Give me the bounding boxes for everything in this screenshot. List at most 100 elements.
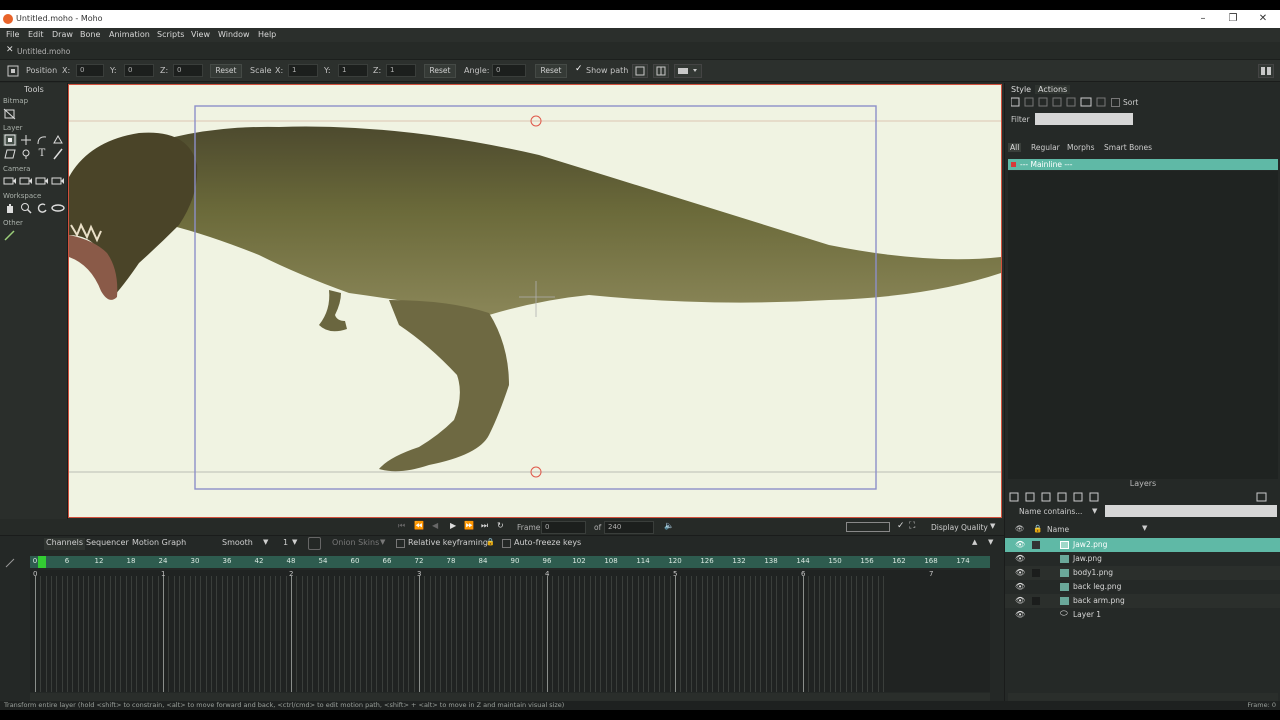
menu-scripts[interactable]: Scripts — [157, 30, 184, 39]
maximize-button[interactable]: ❐ — [1218, 12, 1248, 26]
visibility-eye-icon[interactable]: 👁 — [1015, 596, 1025, 605]
layer-row-body1[interactable]: 👁 body1.png — [1005, 566, 1280, 580]
interp-count[interactable]: 1 — [283, 538, 288, 550]
interp-count-chevron-icon[interactable]: ▼ — [292, 538, 297, 550]
menu-draw[interactable]: Draw — [52, 30, 73, 39]
doc-tab[interactable]: ✕ Untitled.moho — [3, 45, 73, 58]
step-forward-icon[interactable]: ⏩ — [464, 521, 474, 530]
lock-icon[interactable]: 🔒 — [486, 538, 495, 550]
interpolation-dropdown[interactable]: Smooth — [222, 538, 253, 550]
scale-x-field[interactable]: 1 — [288, 64, 318, 77]
transform-layer-tool-icon[interactable] — [3, 134, 17, 146]
scale-y-field[interactable]: 1 — [338, 64, 368, 77]
bitmap-transform-icon[interactable] — [3, 108, 17, 120]
bone-layer-icon[interactable] — [653, 64, 669, 78]
tab-channels[interactable]: Channels — [44, 538, 86, 550]
play-icon[interactable]: ▶ — [450, 521, 456, 530]
fit-view-icon[interactable]: ⛶ — [909, 521, 915, 531]
subtab-regular[interactable]: Regular — [1031, 143, 1060, 152]
menu-edit[interactable]: Edit — [28, 30, 44, 39]
layer-search-input[interactable] — [1105, 505, 1277, 517]
name-contains-chevron-icon[interactable]: ▼ — [1092, 507, 1097, 515]
timeline-scrollbar[interactable] — [30, 693, 990, 701]
menu-bone[interactable]: Bone — [80, 30, 100, 39]
set-origin-icon[interactable] — [19, 134, 33, 146]
subtab-morphs[interactable]: Morphs — [1067, 143, 1095, 152]
position-z-field[interactable]: 0 — [173, 64, 203, 77]
pin-icon[interactable] — [19, 148, 33, 160]
orbit-icon[interactable] — [51, 134, 65, 146]
timeline-down-icon[interactable]: ▼ — [988, 538, 993, 550]
stage-canvas[interactable] — [68, 84, 1002, 518]
display-check-icon[interactable]: ✓ — [897, 521, 905, 531]
loop-icon[interactable]: ↻ — [497, 521, 504, 530]
onion-skins-label[interactable]: Onion Skins — [332, 538, 379, 550]
layers-toolbar-icons[interactable] — [1008, 491, 1278, 503]
auto-freeze-checkbox[interactable] — [502, 539, 511, 548]
tab-motion-graph[interactable]: Motion Graph — [132, 538, 186, 550]
subtab-smart-bones[interactable]: Smart Bones — [1104, 143, 1152, 152]
menu-file[interactable]: File — [6, 30, 19, 39]
display-quality-label[interactable]: Display Quality — [931, 523, 988, 532]
show-path-check-icon[interactable]: ✓ — [575, 64, 583, 74]
visibility-eye-icon[interactable]: 👁 — [1015, 610, 1025, 619]
zoom-tool-icon[interactable] — [19, 202, 33, 214]
onion-toggle-icon[interactable] — [308, 537, 321, 550]
close-tab-icon[interactable]: ✕ — [6, 45, 14, 55]
subtab-all[interactable]: All — [1008, 143, 1022, 152]
name-sort-chevron-icon[interactable]: ▼ — [1142, 524, 1147, 532]
reset-position-button[interactable]: Reset — [210, 64, 242, 78]
timeline-track[interactable]: 0 1 2 3 4 5 6 7 — [30, 570, 990, 692]
menu-window[interactable]: Window — [218, 30, 250, 39]
eyedropper-icon[interactable] — [3, 229, 17, 241]
next-key-icon[interactable]: ⏭ — [481, 521, 488, 531]
layer-checkbox[interactable] — [1032, 541, 1040, 549]
visibility-eye-icon[interactable]: 👁 — [1015, 568, 1025, 577]
layer-row-jaw[interactable]: 👁 Jaw.png — [1005, 552, 1280, 566]
volume-icon[interactable]: 🔈 — [664, 521, 674, 530]
frame-field[interactable]: 0 — [541, 521, 586, 534]
timeline-up-icon[interactable]: ▲ — [972, 538, 977, 550]
display-quality-chevron-icon[interactable]: ▼ — [990, 522, 995, 530]
interp-chevron-icon[interactable]: ▼ — [263, 538, 268, 550]
tab-actions[interactable]: Actions — [1035, 85, 1071, 94]
actions-toolbar-icons[interactable] — [1010, 97, 1107, 108]
menu-help[interactable]: Help — [258, 30, 276, 39]
angle-field[interactable]: 0 — [492, 64, 526, 77]
filter-input[interactable] — [1035, 113, 1133, 125]
visibility-eye-icon[interactable]: 👁 — [1015, 554, 1025, 563]
panel-toggle-icon[interactable] — [1258, 64, 1274, 78]
layer-checkbox[interactable] — [1032, 569, 1040, 577]
pan-tilt-camera-icon[interactable] — [51, 175, 65, 187]
layers-menu-icon[interactable] — [1256, 491, 1268, 503]
rotate-workspace-icon[interactable] — [35, 202, 49, 214]
orbit-workspace-icon[interactable] — [51, 202, 65, 214]
text-tool-icon[interactable]: T — [35, 148, 49, 160]
playhead-marker[interactable] — [38, 556, 46, 568]
options-dropdown-icon[interactable] — [674, 64, 702, 78]
tab-sequencer[interactable]: Sequencer — [86, 538, 129, 550]
reset-angle-button[interactable]: Reset — [535, 64, 567, 78]
visibility-eye-icon[interactable]: 👁 — [1015, 540, 1025, 549]
visibility-eye-icon[interactable]: 👁 — [1015, 582, 1025, 591]
close-button[interactable]: ✕ — [1248, 12, 1278, 26]
pen-tool-icon[interactable] — [51, 148, 65, 160]
tab-style[interactable]: Style — [1011, 85, 1031, 94]
minimize-button[interactable]: – — [1188, 12, 1218, 26]
name-column-header[interactable]: Name — [1047, 525, 1069, 534]
zoom-camera-icon[interactable] — [19, 175, 33, 187]
reset-scale-button[interactable]: Reset — [424, 64, 456, 78]
menu-animation[interactable]: Animation — [109, 30, 150, 39]
layer-checkbox[interactable] — [1032, 597, 1040, 605]
rewind-icon[interactable]: ⏮ — [398, 521, 405, 531]
layer-row-layer1[interactable]: 👁 ⬭ Layer 1 — [1005, 608, 1280, 622]
prev-key-icon[interactable]: ◀ — [432, 521, 438, 530]
total-frames-field[interactable]: 240 — [604, 521, 654, 534]
frame-ruler[interactable]: 0 6 12 18 24 30 36 42 48 54 60 66 72 78 84 90 96 102 108 11… — [30, 556, 990, 568]
layer-row-jaw2[interactable]: 👁 Jaw2.png — [1005, 538, 1280, 552]
layers-scrollbar[interactable] — [1008, 693, 1278, 701]
track-camera-icon[interactable] — [3, 175, 17, 187]
rotate-layer-icon[interactable] — [35, 134, 49, 146]
sort-checkbox[interactable] — [1111, 98, 1120, 107]
view-mode-icons[interactable] — [846, 522, 890, 532]
